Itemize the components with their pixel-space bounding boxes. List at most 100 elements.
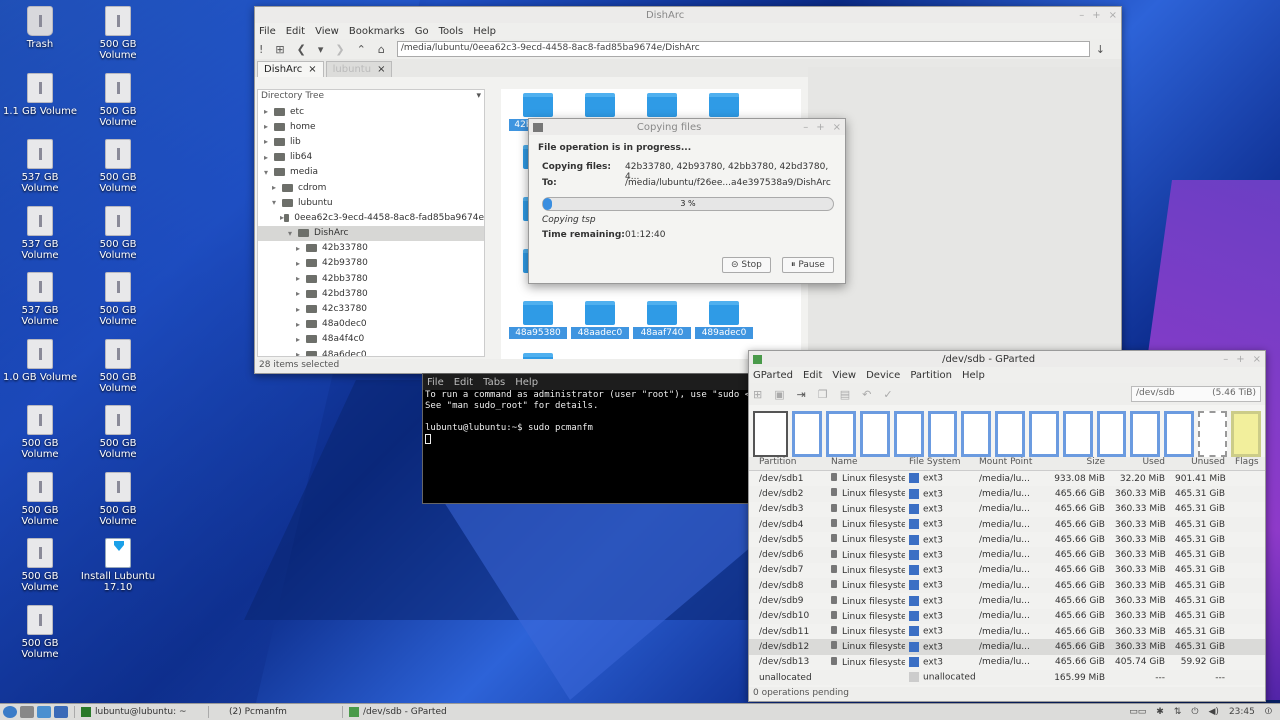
column-header[interactable]: Used [1111, 457, 1171, 470]
desktop-icon[interactable]: 1.1 GB Volume [2, 72, 78, 117]
tree-node[interactable]: ▸ 0eea62c3-9ecd-4458-8ac8-fad85ba9674e [258, 210, 484, 225]
tree-node[interactable]: ▸ 42b93780 [258, 256, 484, 271]
column-header[interactable]: Partition [749, 457, 827, 470]
tree-node[interactable]: ▸ lib64 [258, 150, 484, 165]
chevron-down-icon[interactable]: ▾ [476, 91, 481, 103]
task-gparted[interactable]: /dev/sdb - GParted [342, 706, 470, 718]
desktop-icon[interactable]: 500 GB Volume [80, 471, 156, 527]
menu-item[interactable]: Help [962, 370, 985, 381]
close-tab-icon[interactable]: × [377, 64, 385, 75]
close-tab-icon[interactable]: × [308, 64, 316, 75]
home-icon[interactable]: ⌂ [378, 43, 385, 56]
partition-block[interactable] [1164, 411, 1194, 457]
maximize-icon[interactable]: + [1236, 354, 1244, 365]
tab-disharc[interactable]: DishArc × [257, 61, 324, 77]
column-header[interactable]: File System [905, 457, 975, 470]
menu-item[interactable]: Device [866, 370, 900, 381]
file-item[interactable] [571, 93, 629, 117]
partition-block[interactable] [893, 411, 924, 457]
desktop-icon[interactable]: Install Lubuntu 17.10 [80, 538, 156, 593]
menu-item[interactable]: Edit [454, 377, 473, 388]
close-icon[interactable]: × [833, 122, 841, 133]
partition-row[interactable]: /dev/sdb2 Linux filesystem ext3/media/lu..… [749, 486, 1265, 502]
expander-icon[interactable]: ▾ [288, 229, 298, 238]
desktop-icon[interactable]: 500 GB Volume [80, 72, 156, 128]
menu-item[interactable]: Go [415, 26, 429, 37]
forward-icon[interactable]: ❯ [335, 43, 344, 56]
desktop-icon[interactable]: 500 GB Volume [80, 139, 156, 194]
menu-item[interactable]: Help [515, 377, 538, 388]
partition-block[interactable] [826, 411, 856, 457]
bluetooth-icon[interactable]: ✱ [1156, 707, 1164, 717]
partition-block[interactable] [1231, 411, 1262, 457]
expander-icon[interactable]: ▸ [296, 305, 306, 314]
volume-icon[interactable]: ◀) [1209, 707, 1219, 717]
close-icon[interactable]: × [1253, 354, 1261, 365]
partition-row[interactable]: /dev/sdb10 Linux filesystem ext3/media/lu.… [749, 608, 1265, 624]
desktop-icon[interactable]: 500 GB Volume [80, 272, 156, 327]
partition-row[interactable]: unallocated unallocated 165.99 MiB --- --- [749, 669, 1265, 686]
new-tab-icon[interactable]: ⊞ [275, 43, 284, 56]
tree-node[interactable]: ▾ media [258, 165, 484, 180]
dialog-titlebar[interactable]: Copying files – + × [529, 119, 845, 135]
partition-block[interactable] [927, 411, 958, 457]
expander-icon[interactable]: ▾ [272, 198, 282, 207]
partition-row[interactable]: /dev/sdb3 Linux filesystem ext3/media/lu..… [749, 502, 1265, 517]
minimize-icon[interactable]: – [1223, 354, 1228, 365]
browser-icon[interactable] [54, 706, 68, 718]
file-item[interactable] [695, 93, 753, 117]
file-item[interactable]: 48aadec0 [571, 301, 629, 339]
tree-node[interactable]: ▸ 42bd3780 [258, 286, 484, 301]
pause-button[interactable]: ⏸ Pause [782, 257, 834, 273]
expander-icon[interactable]: ▸ [296, 289, 306, 298]
address-bar[interactable]: /media/lubuntu/0eea62c3-9ecd-4458-8ac8-f… [396, 41, 1090, 57]
paste-icon[interactable]: ▤ [840, 388, 850, 401]
expander-icon[interactable]: ▸ [296, 274, 306, 283]
column-header[interactable]: Unused [1171, 457, 1231, 470]
expander-icon[interactable]: ▸ [296, 320, 306, 329]
partition-row[interactable]: /dev/sdb1 Linux filesystem ext3/media/lu..… [749, 471, 1265, 486]
maximize-icon[interactable]: + [816, 122, 824, 133]
new-icon[interactable]: ⊞ [753, 388, 762, 401]
file-manager-icon[interactable] [37, 706, 51, 718]
partition-block[interactable] [753, 411, 789, 457]
partition-block[interactable] [961, 411, 992, 457]
partition-block[interactable] [1096, 411, 1127, 457]
menu-item[interactable]: File [259, 26, 276, 37]
expander-icon[interactable]: ▸ [264, 107, 274, 116]
file-item[interactable]: 48a95380 [509, 301, 567, 339]
expander-icon[interactable]: ▸ [272, 183, 282, 192]
tree-node[interactable]: ▸ 48a0dec0 [258, 317, 484, 332]
file-item[interactable]: 48aaf740 [633, 301, 691, 339]
history-icon[interactable]: ▾ [318, 43, 324, 56]
menu-item[interactable]: Tools [439, 26, 464, 37]
desktop-icon[interactable]: 500 GB Volume [80, 405, 156, 460]
expander-icon[interactable]: ▸ [296, 244, 306, 253]
expander-icon[interactable]: ▸ [296, 335, 306, 344]
menu-item[interactable]: Help [473, 26, 496, 37]
menu-item[interactable]: Edit [803, 370, 822, 381]
show-desktop-icon[interactable] [20, 706, 34, 718]
go-icon[interactable]: ↓ [1096, 43, 1105, 56]
tree-node[interactable]: ▾ lubuntu [258, 195, 484, 210]
up-icon[interactable]: ⌃ [357, 43, 366, 56]
expander-icon[interactable]: ▸ [296, 259, 306, 268]
minimize-icon[interactable]: – [1079, 10, 1084, 21]
column-header[interactable]: Size [1043, 457, 1111, 470]
back-icon[interactable]: ❮ [297, 43, 306, 56]
minimize-icon[interactable]: – [803, 122, 808, 133]
menu-icon[interactable] [3, 706, 17, 718]
desktop-icon[interactable]: 537 GB Volume [2, 272, 78, 327]
partition-block[interactable] [1062, 411, 1093, 457]
partition-row[interactable]: /dev/sdb11 Linux filesystem ext3/media/lu.… [749, 624, 1265, 639]
expander-icon[interactable]: ▾ [264, 168, 274, 177]
menu-item[interactable]: Bookmarks [349, 26, 405, 37]
partition-row[interactable]: /dev/sdb6 Linux filesystem ext3/media/lu..… [749, 547, 1265, 563]
column-header[interactable]: Flags [1231, 457, 1259, 470]
tree-node[interactable]: ▸ 48a4f4c0 [258, 332, 484, 347]
tree-node[interactable]: ▾ DishArc [258, 225, 484, 241]
menu-item[interactable]: View [832, 370, 856, 381]
pcmanfm-titlebar[interactable]: DishArc – + × [255, 7, 1121, 23]
partition-block[interactable] [1028, 411, 1059, 457]
partition-row[interactable]: /dev/sdb12 Linux filesystem ext3/media/lu.… [749, 639, 1265, 655]
